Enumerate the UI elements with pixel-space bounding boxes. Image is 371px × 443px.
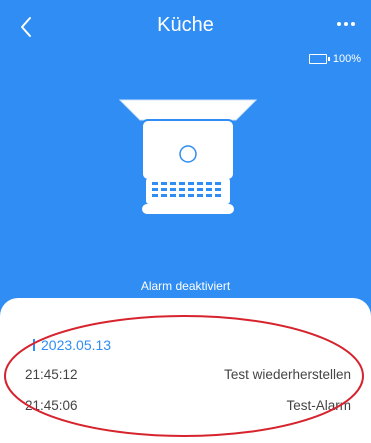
entry-event: Test-Alarm	[286, 398, 351, 413]
page-title: Küche	[157, 14, 214, 36]
more-options-button[interactable]	[331, 12, 361, 36]
smoke-detector-icon	[118, 99, 258, 214]
more-dots-icon	[337, 22, 355, 26]
app-header: Küche	[0, 0, 371, 50]
history-date-label: 2023.05.13	[41, 337, 112, 353]
battery-icon	[308, 54, 330, 64]
date-marker	[33, 339, 35, 351]
history-entry[interactable]: 21:45:06 Test-Alarm	[25, 398, 351, 413]
history-date: 2023.05.13	[33, 337, 111, 353]
battery-indicator: 100%	[308, 53, 361, 65]
entry-time: 21:45:06	[25, 398, 78, 413]
entry-time: 21:45:12	[25, 367, 78, 382]
history-entry[interactable]: 21:45:12 Test wiederherstellen	[25, 367, 351, 382]
device-status: Alarm deaktiviert	[140, 279, 231, 293]
device-illustration	[118, 98, 258, 218]
app-screen: Küche 100% Alarm deaktiviert 2023.05.13 …	[0, 0, 371, 443]
history-card: 2023.05.13 21:45:12 Test wiederherstelle…	[0, 298, 371, 443]
entry-event: Test wiederherstellen	[224, 367, 351, 382]
battery-level: 100%	[332, 53, 361, 65]
